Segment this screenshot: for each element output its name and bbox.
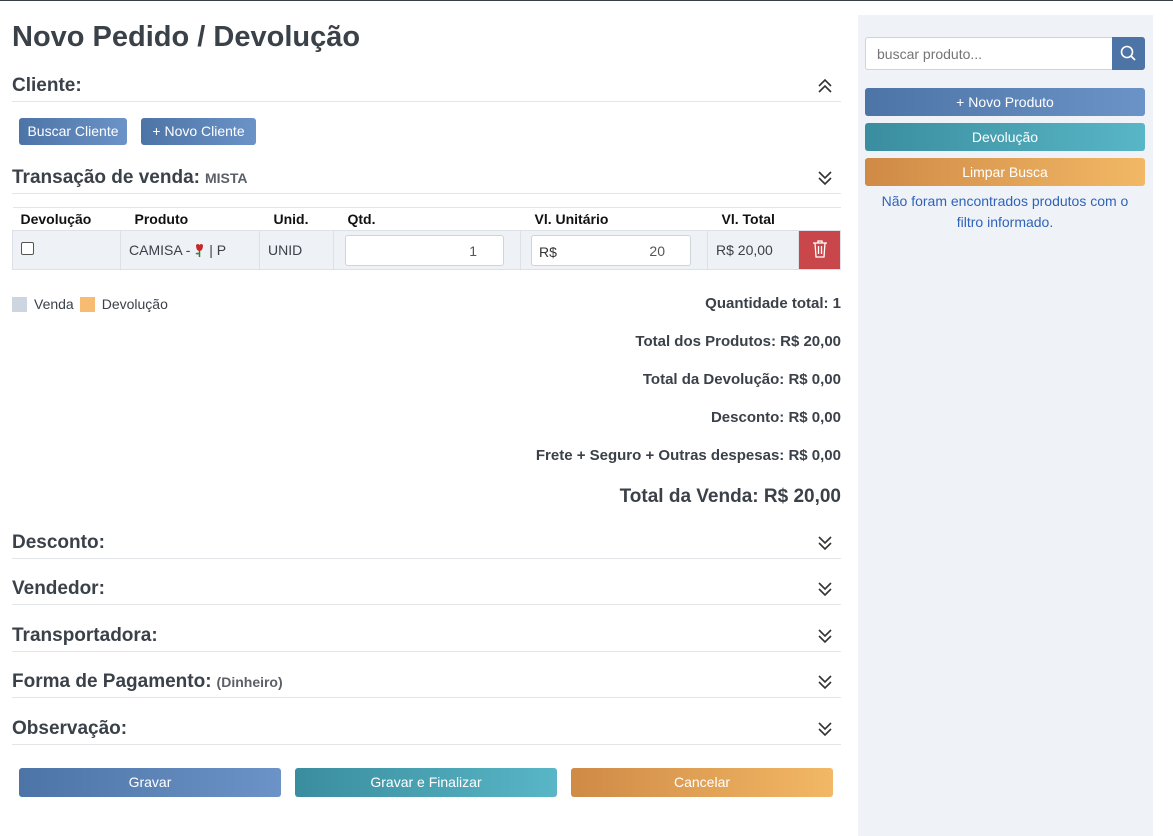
total-venda: Total da Venda: R$ 20,00 [619,486,841,507]
legend-venda: Venda [34,296,74,312]
section-transacao[interactable]: Transação de venda: MISTA [12,163,841,194]
transacao-tipo: MISTA [204,170,248,186]
col-qtd: Qtd. [333,207,521,231]
search-input[interactable] [865,37,1113,70]
quantidade-total: Quantidade total: 1 [705,295,841,312]
qtd-input[interactable]: 1 [345,234,504,266]
devolucao-button[interactable]: Devolução [865,123,1145,151]
produto-variacao: | P [205,242,227,258]
pagamento-sub: (Dinheiro) [216,674,283,690]
cell-unid: UNID [259,230,334,270]
devolucao-swatch [79,296,95,312]
section-cliente[interactable]: Cliente: [12,71,841,102]
col-vl-total: Vl. Total [707,207,799,231]
section-transacao-title: Transação de venda: MISTA [12,167,247,189]
buscar-cliente-button[interactable]: Buscar Cliente [19,118,127,145]
rose-icon [195,244,204,257]
chevron-down-icon[interactable] [817,169,833,187]
currency-prefix: R$ [539,243,557,260]
section-vendedor[interactable]: Vendedor: [12,574,841,605]
search-button[interactable] [1112,37,1145,70]
col-actions [798,207,841,231]
transacao-label: Transação de venda: [12,167,200,188]
section-vendedor-title: Vendedor: [12,578,105,599]
devolucao-checkbox[interactable] [21,242,34,255]
section-pagamento-title: Forma de Pagamento: (Dinheiro) [12,671,283,693]
search-box [865,37,1145,70]
section-observacao-title: Observação: [12,718,128,739]
cell-produto: CAMISA - | P [120,230,260,270]
total-devolucao: Total da Devolução: R$ 0,00 [642,371,841,388]
search-icon [1120,45,1136,61]
total-produtos: Total dos Produtos: R$ 20,00 [635,333,841,350]
section-transportadora[interactable]: Transportadora: [12,621,841,652]
chevron-down-icon[interactable] [817,534,833,552]
legend: Venda Devolução [12,296,168,312]
section-observacao[interactable]: Observação: [12,714,841,745]
gravar-finalizar-button[interactable]: Gravar e Finalizar [295,768,557,797]
no-results-message: Não foram encontrados produtos com o fil… [881,193,1129,230]
cell-qtd: 1 [333,230,521,270]
col-produto: Produto [120,207,260,231]
pagamento-label: Forma de Pagamento: [12,671,212,692]
novo-cliente-button[interactable]: + Novo Cliente [141,118,256,145]
chevron-down-icon[interactable] [817,673,833,691]
chevron-down-icon[interactable] [817,580,833,598]
frete-total: Frete + Seguro + Outras despesas: R$ 0,0… [535,447,841,464]
section-transportadora-title: Transportadora: [12,625,158,646]
desconto-total: Desconto: R$ 0,00 [710,409,841,426]
legend-devolucao: Devolução [101,296,168,312]
sidebar: + Novo Produto Devolução Limpar Busca Nã… [858,15,1153,836]
col-unid: Unid. [259,207,334,231]
section-pagamento[interactable]: Forma de Pagamento: (Dinheiro) [12,667,841,698]
vl-unitario-input[interactable]: R$ 20 [531,234,691,266]
chevron-down-icon[interactable] [817,627,833,645]
section-desconto-title: Desconto: [12,532,105,553]
trash-icon [812,239,827,258]
cell-vl-unitario: R$ 20 [520,230,708,270]
cell-devolucao [12,230,121,270]
delete-row-button[interactable] [798,230,841,270]
section-desconto[interactable]: Desconto: [12,528,841,559]
qtd-value: 1 [469,242,477,259]
chevron-up-icon[interactable] [817,77,833,95]
chevron-down-icon[interactable] [817,720,833,738]
items-table: Devolução Produto Unid. Qtd. Vl. Unitári… [12,207,841,270]
table-header-row: Devolução Produto Unid. Qtd. Vl. Unitári… [12,207,841,231]
col-vl-unitario: Vl. Unitário [520,207,708,231]
section-cliente-title: Cliente: [12,75,82,96]
cancelar-button[interactable]: Cancelar [571,768,833,797]
limpar-busca-button[interactable]: Limpar Busca [865,158,1145,186]
table-row: CAMISA - | P UNID 1 R$ 20 R$ 20,00 [12,230,841,270]
novo-produto-button[interactable]: + Novo Produto [865,88,1145,116]
venda-swatch [12,296,27,312]
page-title: Novo Pedido / Devolução [12,21,361,53]
vl-unitario-value: 20 [649,242,665,259]
col-devolucao: Devolução [12,207,121,231]
gravar-button[interactable]: Gravar [19,768,281,797]
cell-vl-total: R$ 20,00 [707,230,799,270]
produto-nome: CAMISA - [129,242,195,258]
